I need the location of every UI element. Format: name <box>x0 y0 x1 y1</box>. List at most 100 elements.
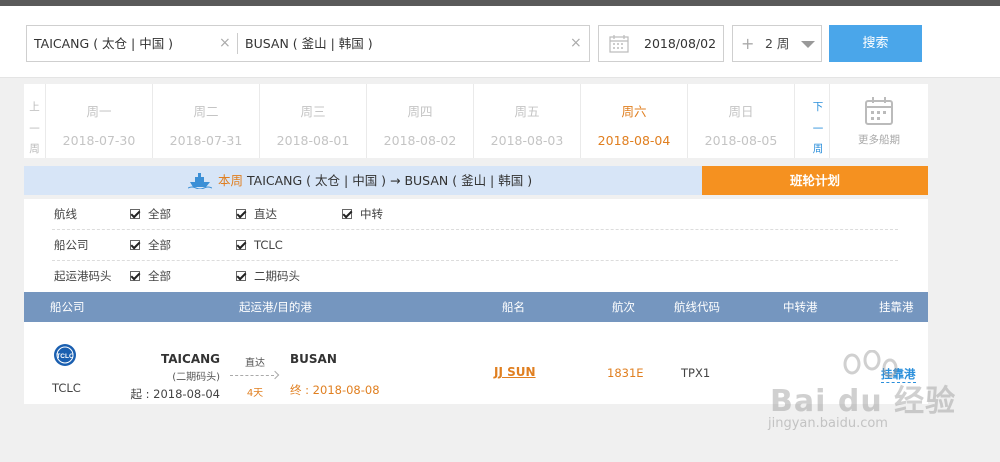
origin-port: TAICANG <box>161 352 220 366</box>
next-week-button[interactable]: 下 一 周 <box>807 84 829 158</box>
filter-panel: 航线 全部 直达 中转 船公司 全部 TCLC 起运港码头 全部 二期码头 <box>24 199 928 292</box>
day-weekday: 周三 <box>300 104 326 119</box>
transit-duration: 4天 <box>246 388 264 399</box>
clear-origin-icon[interactable]: × <box>219 26 231 61</box>
column-header: 中转港 <box>783 300 818 314</box>
service-code: TPX1 <box>681 366 711 380</box>
checkbox-checked-icon <box>236 209 246 219</box>
column-header: 船名 <box>502 300 525 314</box>
day-date: 2018-08-04 <box>597 133 671 148</box>
more-dates-label: 更多船期 <box>858 134 900 146</box>
route-bar: 本周 TAICANG ( 太仓 | 中国 ) → BUSAN ( 釜山 | 韩国… <box>24 166 702 195</box>
filter-option-label: 中转 <box>360 207 383 221</box>
watermark-url: jingyan.baidu.com <box>768 416 888 431</box>
filter-option[interactable]: 全部 <box>130 199 171 230</box>
port-search-box: TAICANG ( 太仓 | 中国 ) × BUSAN ( 釜山 | 韩国 ) … <box>26 25 590 62</box>
filter-option-label: TCLC <box>254 238 283 252</box>
carrier-name: TCLC <box>52 381 81 395</box>
plus-icon: + <box>741 34 755 53</box>
filter-label: 起运港码头 <box>54 269 112 283</box>
clear-destination-icon[interactable]: × <box>570 26 582 61</box>
table-row: TCLC TCLC TAICANG (二期码头) 起 : 2018-08-04 … <box>24 328 928 404</box>
column-header: 航次 <box>612 300 635 314</box>
weeks-value: 2 周 <box>765 36 790 51</box>
port-divider <box>237 33 238 54</box>
destination-port-input[interactable]: BUSAN ( 釜山 | 韩国 ) <box>245 26 373 61</box>
day-weekday: 周四 <box>407 104 433 119</box>
day-weekday: 周二 <box>193 104 219 119</box>
day-date: 2018-07-30 <box>62 133 136 148</box>
more-dates-button[interactable]: 更多船期 <box>829 84 928 158</box>
route-type: 直达 <box>245 358 265 369</box>
calendar-icon <box>865 97 893 125</box>
route-highlight: 本周 <box>218 173 244 188</box>
ship-icon <box>188 173 212 189</box>
ports-of-call-link[interactable]: 挂靠港 <box>881 366 916 383</box>
results-list: TCLC TCLC TAICANG (二期码头) 起 : 2018-08-04 … <box>24 322 928 404</box>
calendar-icon <box>609 35 629 53</box>
filter-option-label: 直达 <box>254 207 277 221</box>
carrier-logo: TCLC <box>54 344 76 366</box>
day-tab-sat[interactable]: 周六 2018-08-04 <box>581 84 688 158</box>
filter-option[interactable]: TCLC <box>236 230 283 261</box>
prev-week-button[interactable]: 上 一 周 <box>24 84 46 158</box>
filter-option-label: 全部 <box>148 269 171 283</box>
search-button[interactable]: 搜索 <box>829 25 922 62</box>
day-weekday: 周六 <box>621 104 647 119</box>
vessel-link[interactable]: JJ SUN <box>494 365 536 379</box>
day-tab-fri[interactable]: 周五 2018-08-03 <box>474 84 581 158</box>
date-picker[interactable]: 2018/08/02 <box>598 25 724 62</box>
checkbox-checked-icon <box>236 240 246 250</box>
next-week-char: 一 <box>812 123 824 135</box>
filter-option-label: 全部 <box>148 207 171 221</box>
column-header: 航线代码 <box>674 300 720 314</box>
filter-label: 航线 <box>54 207 77 221</box>
filter-row-terminal: 起运港码头 全部 二期码头 <box>24 261 928 292</box>
column-header: 起运港/目的港 <box>239 300 312 314</box>
checkbox-checked-icon <box>236 271 246 281</box>
prev-week-char: 上 <box>29 101 40 113</box>
day-weekday: 周五 <box>514 104 540 119</box>
destination-port: BUSAN <box>290 352 337 366</box>
day-date: 2018-08-01 <box>276 133 350 148</box>
route-arrow-block: 直达 4天 <box>230 354 280 399</box>
filter-option[interactable]: 全部 <box>130 230 171 261</box>
schedule-plan-button[interactable]: 班轮计划 <box>702 166 928 195</box>
day-weekday: 周一 <box>86 104 112 119</box>
origin-terminal: (二期码头) <box>172 372 220 383</box>
filter-row-carrier: 船公司 全部 TCLC <box>24 230 928 261</box>
day-tab-mon[interactable]: 周一 2018-07-30 <box>46 84 153 158</box>
arrival-date: 终 : 2018-08-08 <box>290 383 380 397</box>
filter-option[interactable]: 二期码头 <box>236 261 300 292</box>
day-date: 2018-08-05 <box>704 133 778 148</box>
search-bar: TAICANG ( 太仓 | 中国 ) × BUSAN ( 釜山 | 韩国 ) … <box>0 6 1000 78</box>
filter-option-label: 全部 <box>148 238 171 252</box>
weeks-select[interactable]: + 2 周 <box>732 25 822 62</box>
prev-week-char: 一 <box>29 123 40 135</box>
checkbox-checked-icon <box>342 209 352 219</box>
filter-row-route: 航线 全部 直达 中转 <box>24 199 928 230</box>
day-date: 2018-08-02 <box>383 133 457 148</box>
voyage-number: 1831E <box>607 366 644 380</box>
day-tab-wed[interactable]: 周三 2018-08-01 <box>260 84 367 158</box>
prev-week-char: 周 <box>29 143 40 155</box>
filter-option[interactable]: 直达 <box>236 199 277 230</box>
day-tab-tue[interactable]: 周二 2018-07-31 <box>153 84 260 158</box>
checkbox-checked-icon <box>130 209 140 219</box>
day-tab-sun[interactable]: 周日 2018-08-05 <box>688 84 795 158</box>
checkbox-checked-icon <box>130 240 140 250</box>
day-tab-thu[interactable]: 周四 2018-08-02 <box>367 84 474 158</box>
filter-option[interactable]: 中转 <box>342 199 383 230</box>
origin-port-input[interactable]: TAICANG ( 太仓 | 中国 ) <box>34 26 173 61</box>
table-header: 船公司 起运港/目的港 船名 航次 航线代码 中转港 挂靠港 <box>24 292 928 322</box>
date-value: 2018/08/02 <box>644 36 717 51</box>
departure-date: 起 : 2018-08-04 <box>130 387 220 401</box>
carrier-logo-text: TCLC <box>56 353 74 360</box>
checkbox-checked-icon <box>130 271 140 281</box>
route-ports: TAICANG ( 太仓 | 中国 ) → BUSAN ( 釜山 | 韩国 ) <box>243 173 533 188</box>
arrow-right-icon <box>230 372 280 380</box>
column-header: 挂靠港 <box>879 300 914 314</box>
filter-option[interactable]: 全部 <box>130 261 171 292</box>
next-week-char: 下 <box>812 101 824 113</box>
day-date: 2018-08-03 <box>490 133 564 148</box>
